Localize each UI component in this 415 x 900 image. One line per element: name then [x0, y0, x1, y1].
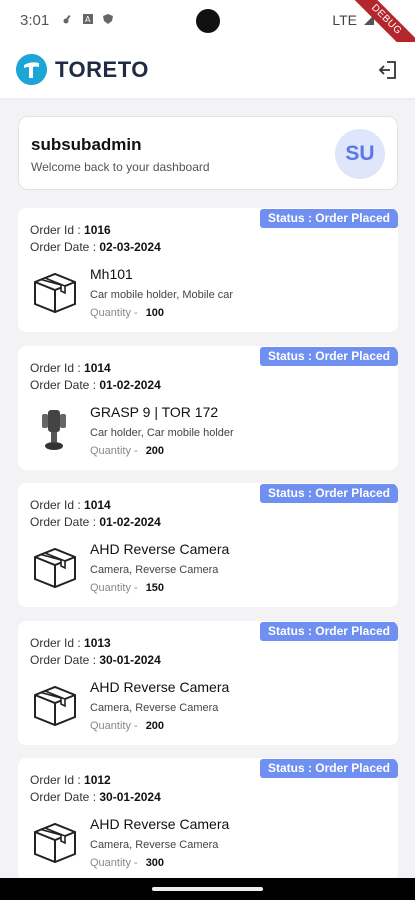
box-icon	[30, 541, 80, 591]
order-card[interactable]: Status : Order Placed Order Id : 1013 Orde…	[18, 620, 398, 745]
order-date-line: Order Date : 01-02-2024	[30, 515, 161, 529]
svg-text:A: A	[85, 15, 91, 24]
profile-card: subsubadmin Welcome back to your dashboa…	[18, 116, 398, 190]
order-date: 30-01-2024	[99, 790, 161, 804]
order-date: 30-01-2024	[99, 652, 161, 667]
order-date-line: Order Date : 30-01-2024	[30, 653, 161, 667]
order-date-line: Order Date : 01-02-2024	[30, 378, 161, 392]
box-icon	[30, 816, 80, 866]
order-date: 02-03-2024	[99, 240, 161, 254]
product-categories: Car mobile holder, Mobile car	[90, 289, 234, 301]
status-badge: Status : Order Placed	[259, 484, 398, 503]
product-quantity: Quantity - 200	[90, 445, 164, 457]
order-date-line: Order Date : 30-01-2024	[30, 790, 161, 804]
logo: TORETO	[16, 54, 149, 85]
logo-text: TORETO	[55, 56, 149, 82]
quantity-value: 150	[145, 582, 165, 594]
camera-cutout	[196, 9, 220, 33]
order-id-label: Order Id :	[30, 360, 81, 375]
order-id-label: Order Id :	[30, 498, 81, 512]
product-quantity: Quantity - 200	[90, 720, 164, 732]
font-icon: A	[83, 14, 93, 24]
order-date: 01-02-2024	[99, 515, 161, 529]
product-name: AHD Reverse Camera	[90, 816, 230, 832]
order-id: 1012	[84, 773, 111, 787]
product-quantity: Quantity - 300	[90, 857, 164, 869]
product-name: GRASP 9 | TOR 172	[90, 403, 219, 420]
phone-holder-image	[30, 404, 80, 454]
box-icon	[30, 266, 80, 316]
order-date-label: Order Date :	[30, 515, 97, 529]
order-id: 1014	[84, 498, 111, 512]
order-id-line: Order Id : 1016	[30, 223, 111, 237]
order-date-label: Order Date :	[30, 790, 97, 804]
order-date-line: Order Date : 02-03-2024	[30, 240, 161, 254]
order-id-line: Order Id : 1014	[30, 498, 111, 512]
order-id: 1014	[84, 360, 111, 375]
product-quantity: Quantity - 150	[90, 582, 164, 594]
quantity-label: Quantity -	[90, 444, 138, 457]
status-badge: Status : Order Placed	[259, 621, 398, 641]
home-gesture-pill[interactable]	[152, 887, 263, 891]
order-date-label: Order Date :	[30, 377, 97, 392]
order-card[interactable]: Status : Order Placed Order Id : 1014 Orde…	[18, 483, 398, 607]
key-icon	[63, 14, 71, 24]
order-date-label: Order Date :	[30, 652, 97, 667]
product-categories: Camera, Reverse Camera	[90, 839, 219, 851]
box-icon	[30, 679, 80, 729]
status-badge: Status : Order Placed	[259, 759, 398, 778]
order-date: 01-02-2024	[99, 377, 161, 392]
order-id-label: Order Id :	[30, 635, 81, 650]
quantity-value: 200	[145, 444, 165, 457]
order-card[interactable]: Status : Order Placed Order Id : 1012 Orde…	[18, 758, 398, 882]
status-bar: 3:01 A LTE DEBUG	[0, 0, 415, 65]
order-card[interactable]: Status : Order Placed Order Id : 1014 Orde…	[18, 345, 398, 470]
order-id: 1013	[84, 635, 111, 650]
quantity-label: Quantity -	[90, 857, 138, 869]
shield-icon	[103, 14, 113, 24]
product-name: Mh101	[90, 266, 133, 282]
product-categories: Camera, Reverse Camera	[90, 701, 219, 714]
product-categories: Camera, Reverse Camera	[90, 564, 219, 576]
status-badge: Status : Order Placed	[259, 209, 398, 228]
status-badge: Status : Order Placed	[259, 346, 398, 366]
clock: 3:01	[20, 12, 50, 29]
order-id-line: Order Id : 1012	[30, 773, 111, 787]
quantity-value: 300	[145, 857, 165, 869]
quantity-label: Quantity -	[90, 719, 138, 732]
toreto-logo-icon	[16, 54, 47, 85]
quantity-label: Quantity -	[90, 307, 138, 319]
order-id: 1016	[84, 223, 111, 237]
order-id-line: Order Id : 1014	[30, 361, 111, 375]
order-list: Status : Order Placed Order Id : 1016 Orde…	[18, 208, 398, 896]
product-categories: Car holder, Car mobile holder	[90, 426, 234, 439]
order-date-label: Order Date :	[30, 240, 97, 254]
profile-name: subsubadmin	[31, 135, 142, 154]
product-quantity: Quantity - 100	[90, 307, 164, 319]
app-bar: TORETO	[0, 42, 415, 98]
quantity-value: 100	[145, 307, 165, 319]
quantity-value: 200	[145, 719, 165, 732]
order-id-line: Order Id : 1013	[30, 636, 111, 650]
network-label: LTE	[332, 12, 357, 28]
product-name: AHD Reverse Camera	[90, 541, 230, 557]
profile-subtitle: Welcome back to your dashboard	[31, 160, 210, 174]
quantity-label: Quantity -	[90, 582, 138, 594]
order-id-label: Order Id :	[30, 223, 81, 237]
notification-icons: A	[62, 13, 114, 25]
order-card[interactable]: Status : Order Placed Order Id : 1016 Orde…	[18, 208, 398, 332]
product-name: AHD Reverse Camera	[90, 678, 230, 695]
logout-icon[interactable]	[377, 58, 401, 82]
avatar[interactable]: SU	[335, 129, 385, 179]
order-id-label: Order Id :	[30, 773, 81, 787]
